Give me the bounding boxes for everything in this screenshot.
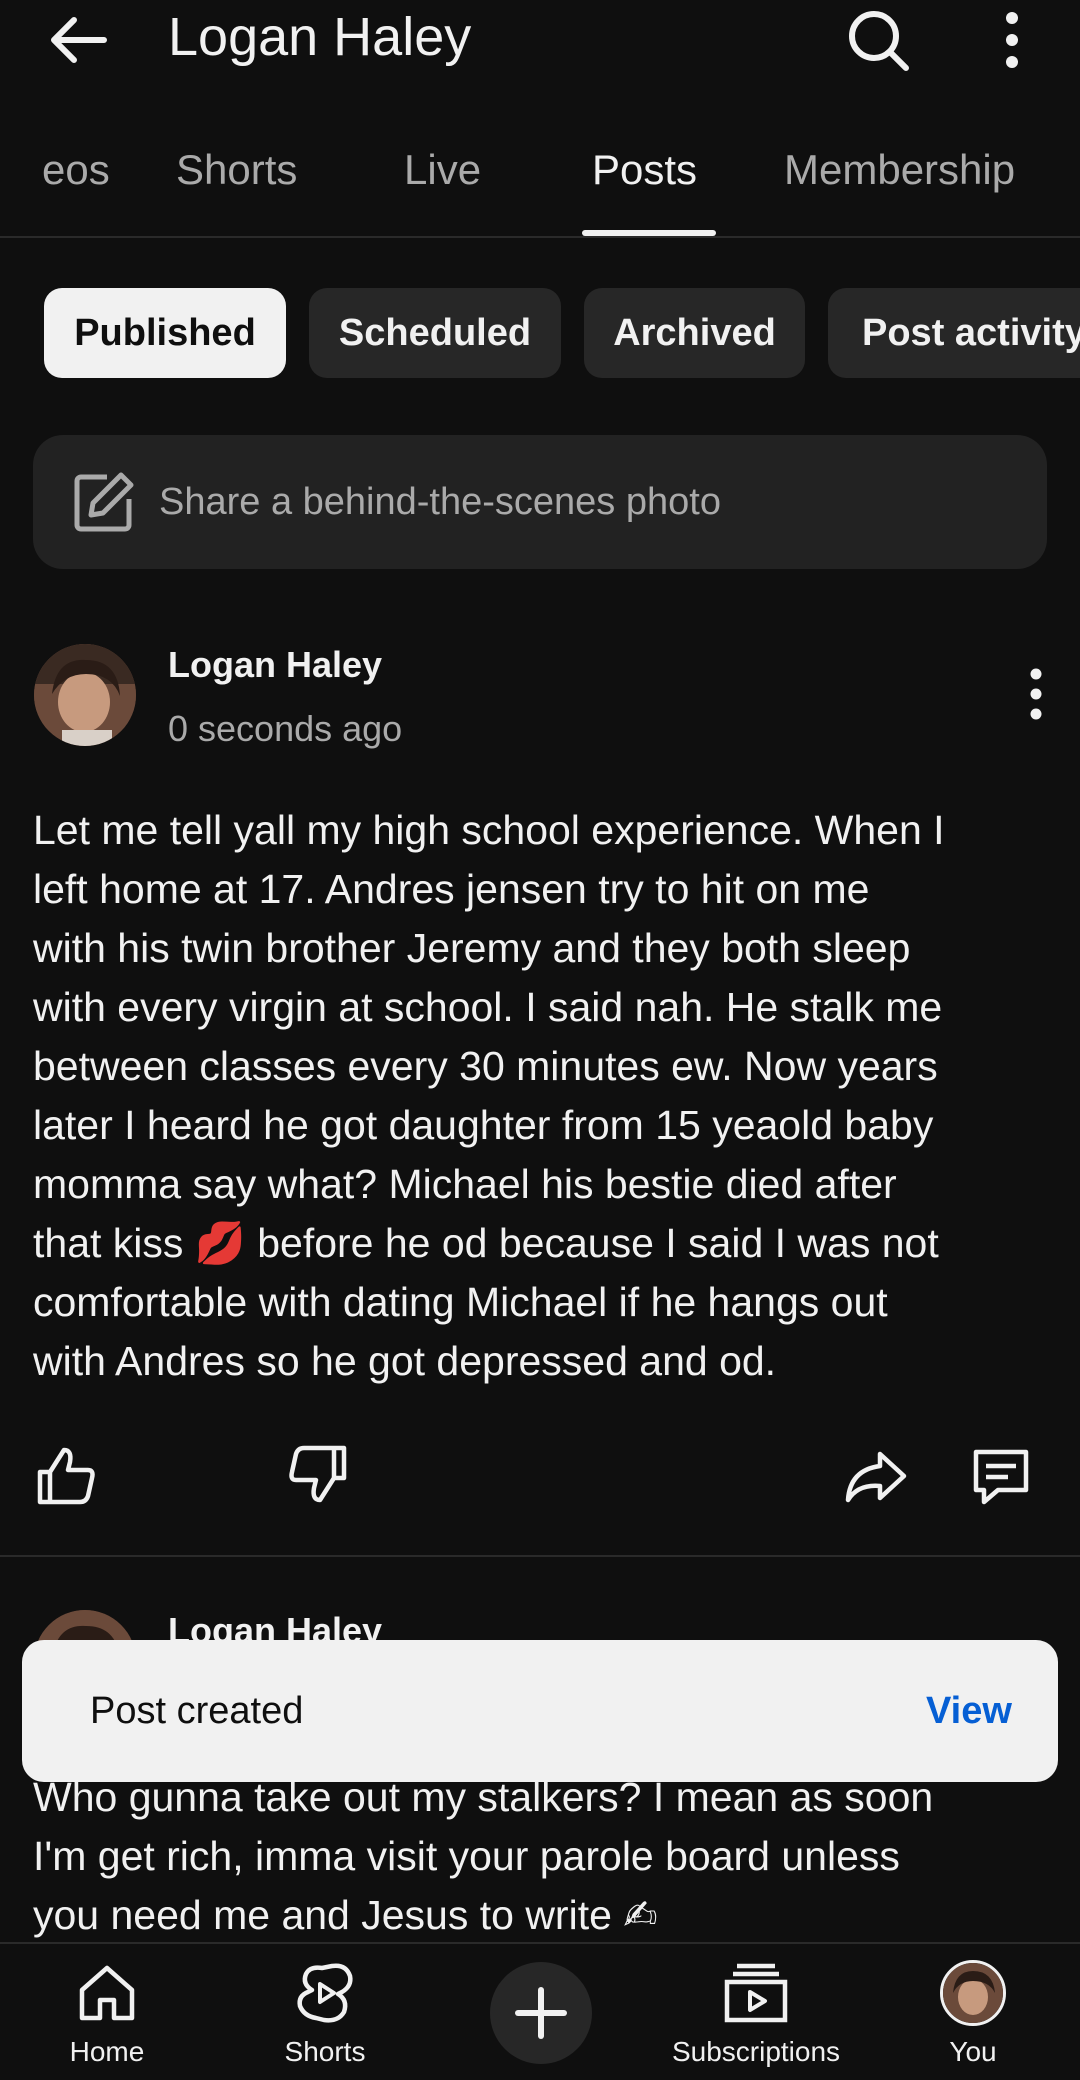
post-line: momma say what? Michael his bestie died … <box>33 1161 897 1207</box>
avatar[interactable] <box>34 644 136 746</box>
snackbar-message: Post created <box>90 1690 304 1732</box>
comment-icon[interactable] <box>968 1444 1034 1510</box>
tab-videos[interactable]: eos <box>42 146 110 194</box>
edit-icon <box>71 469 137 535</box>
search-icon[interactable] <box>842 6 914 74</box>
chip-post-activity[interactable]: Post activity <box>828 288 1080 378</box>
snackbar-view-button[interactable]: View <box>926 1690 1012 1733</box>
subscriptions-icon <box>723 1960 789 2026</box>
plus-icon <box>515 1987 567 2039</box>
filter-chips: Published Scheduled Archived Post activi… <box>0 288 1080 378</box>
post-line: left home at 17. Andres jensen try to hi… <box>33 866 870 912</box>
chip-archived[interactable]: Archived <box>584 288 805 378</box>
home-icon <box>74 1960 140 2026</box>
snackbar: Post created View <box>22 1640 1058 1782</box>
create-button[interactable] <box>490 1962 592 2064</box>
channel-title: Logan Haley <box>168 7 472 67</box>
post-body: Let me tell yall my high school experien… <box>33 801 1053 1391</box>
share-icon[interactable] <box>842 1444 908 1510</box>
nav-subscriptions-label: Subscriptions <box>671 2036 841 2067</box>
post-line: that kiss 💋 before he od because I said … <box>33 1220 939 1266</box>
nav-shorts-label: Shorts <box>284 2036 366 2067</box>
nav-you-label: You <box>949 2036 997 2067</box>
shorts-icon <box>292 1960 358 2026</box>
nav-home[interactable]: Home <box>40 1944 174 2080</box>
avatar <box>940 1960 1006 2026</box>
post-line: with every virgin at school. I said nah.… <box>33 984 943 1030</box>
nav-home-label: Home <box>69 2036 145 2067</box>
create-post-box[interactable]: Share a behind-the-scenes photo <box>33 435 1047 569</box>
tab-posts[interactable]: Posts <box>592 146 697 194</box>
post-body: Who gunna take out my stalkers? I mean a… <box>33 1768 1053 1945</box>
nav-you[interactable]: You <box>906 1944 1040 2080</box>
post-line: you need me and Jesus to write ✍ <box>33 1892 658 1938</box>
chip-published[interactable]: Published <box>44 288 286 378</box>
nav-shorts[interactable]: Shorts <box>258 1944 392 2080</box>
post-line: Let me tell yall my high school experien… <box>33 807 945 853</box>
app-bar: Logan Haley <box>0 0 1080 80</box>
post-divider <box>0 1555 1080 1557</box>
tab-membership[interactable]: Membership <box>784 146 1015 194</box>
post-line: with his twin brother Jeremy and they bo… <box>33 925 911 971</box>
channel-posts-page: Logan Haley eos Shorts Live Posts Member… <box>0 0 1080 2080</box>
back-arrow-icon[interactable] <box>46 10 110 70</box>
post-author: Logan Haley <box>168 644 383 685</box>
chip-scheduled[interactable]: Scheduled <box>309 288 561 378</box>
nav-subscriptions[interactable]: Subscriptions <box>660 1944 852 2080</box>
post-line: between classes every 30 minutes ew. Now… <box>33 1043 938 1089</box>
post-line: with Andres so he got depressed and od. <box>33 1338 777 1384</box>
channel-tabs: eos Shorts Live Posts Membership <box>0 130 1080 238</box>
post-line: comfortable with dating Michael if he ha… <box>33 1279 888 1325</box>
dislike-icon[interactable] <box>284 1442 350 1508</box>
composer-placeholder: Share a behind-the-scenes photo <box>159 481 721 523</box>
like-icon[interactable] <box>34 1442 100 1508</box>
tab-shorts[interactable]: Shorts <box>176 146 297 194</box>
post-time: 0 seconds ago <box>168 708 403 749</box>
post-line: later I heard he got daughter from 15 ye… <box>33 1102 934 1148</box>
bottom-navigation: Home Shorts Subscriptions You <box>0 1942 1080 2080</box>
tab-live[interactable]: Live <box>404 146 481 194</box>
more-vert-icon[interactable] <box>988 6 1036 74</box>
post-more-icon[interactable] <box>1016 664 1056 724</box>
active-tab-indicator <box>582 230 716 236</box>
post-line: I'm get rich, imma visit your parole boa… <box>33 1833 900 1879</box>
